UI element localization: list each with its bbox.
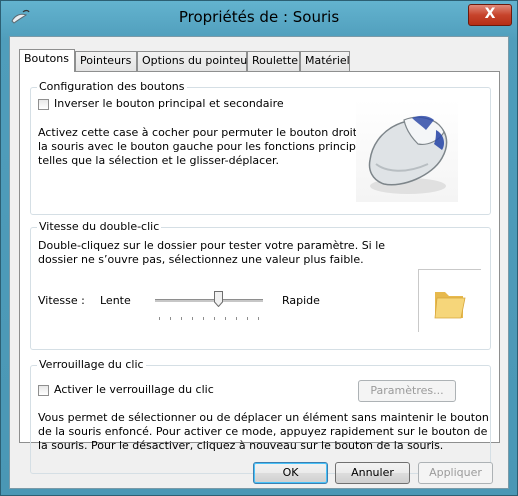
click-lock-description-line-2: de la souris enfoncé. Pour activer ce mo… — [38, 425, 488, 438]
button-config-description-line-2: la souris avec le bouton gauche pour les… — [38, 140, 379, 153]
mouse-properties-window: Propriétés de : Souris X Boutons Pointeu… — [0, 0, 518, 496]
speed-slider-ticks — [155, 311, 263, 320]
tab-boutons[interactable]: Boutons — [19, 49, 75, 72]
mouse-icon — [368, 115, 448, 194]
double-click-description-line-2: dossier ne s’ouvre pas, sélectionnez une… — [38, 253, 364, 266]
speed-slider-thumb[interactable] — [214, 291, 224, 308]
mouse-illustration — [356, 100, 458, 202]
speed-fast-label: Rapide — [282, 294, 320, 307]
click-lock-legend: Verrouillage du clic — [37, 358, 146, 371]
double-click-description-line-1: Double-cliquez sur le dossier pour teste… — [38, 239, 386, 252]
test-folder[interactable] — [418, 269, 481, 332]
button-config-group: Configuration des boutons Inverser le bo… — [30, 80, 491, 215]
click-lock-description-line-3: la souris. Pour le désactiver, cliquez à… — [38, 439, 444, 452]
double-click-group: Vitesse du double-clic Double-cliquez su… — [30, 220, 491, 350]
click-lock-group: Verrouillage du clic Activer le verrouil… — [30, 358, 491, 474]
apply-button[interactable]: Appliquer — [418, 462, 493, 484]
tab-roulette[interactable]: Roulette — [247, 51, 300, 71]
button-config-description-line-3: telles que la sélection et le glisser-dé… — [38, 154, 280, 167]
window-title: Propriétés de : Souris — [178, 8, 340, 26]
click-lock-settings-button[interactable]: Paramètres... — [358, 380, 456, 402]
click-lock-label[interactable]: Activer le verrouillage du clic — [54, 383, 214, 397]
swap-buttons-label[interactable]: Inverser le bouton principal et secondai… — [54, 97, 284, 111]
tab-materiel[interactable]: Matériel — [300, 51, 350, 71]
click-lock-description-line-1: Vous permet de sélectionner ou de déplac… — [38, 411, 489, 424]
folder-icon — [434, 292, 466, 319]
close-button[interactable]: X — [468, 4, 512, 26]
close-icon: X — [484, 6, 496, 22]
speed-slider-track[interactable] — [155, 299, 263, 302]
swap-buttons-checkbox[interactable] — [38, 99, 49, 110]
cancel-button[interactable]: Annuler — [335, 462, 410, 484]
tab-options-pointeur[interactable]: Options du pointeur — [137, 51, 252, 71]
click-lock-checkbox[interactable] — [38, 385, 49, 396]
double-click-legend: Vitesse du double-clic — [37, 220, 162, 233]
button-config-description-line-1: Activez cette case à cocher pour permute… — [38, 126, 375, 139]
button-config-legend: Configuration des boutons — [37, 80, 187, 93]
speed-label: Vitesse : — [38, 294, 85, 307]
speed-slow-label: Lente — [100, 294, 131, 307]
tab-panel-boutons: Configuration des boutons Inverser le bo… — [19, 71, 500, 474]
title-bar[interactable]: Propriétés de : Souris X — [1, 1, 517, 35]
dialog-body: Boutons Pointeurs Options du pointeur Ro… — [9, 36, 509, 489]
tab-pointeurs[interactable]: Pointeurs — [75, 51, 137, 71]
ok-button[interactable]: OK — [253, 462, 328, 484]
